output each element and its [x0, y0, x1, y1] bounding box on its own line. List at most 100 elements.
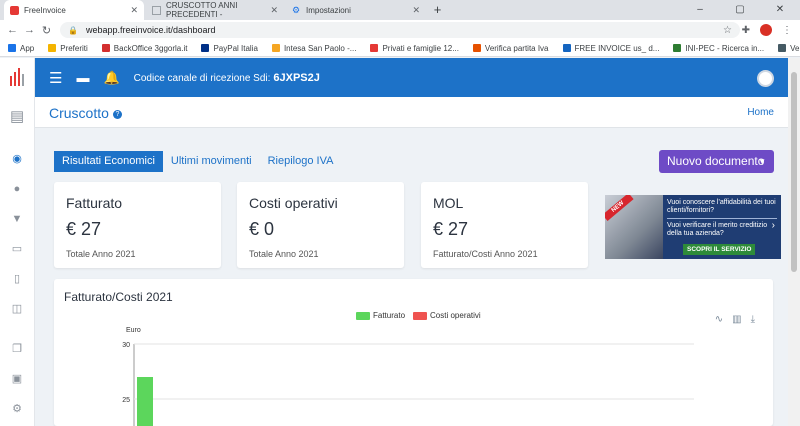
bookmark-item[interactable]: INI-PEC - Ricerca in... [673, 44, 764, 53]
scrollbar[interactable] [788, 58, 800, 426]
kpi-value: € 0 [249, 219, 275, 239]
download-icon[interactable]: ⤓ [751, 314, 755, 325]
promo-banner[interactable]: NEW Vuoi conoscere l'affidabilità dei tu… [605, 195, 781, 259]
settings-favicon-icon: ⚙ [292, 4, 301, 15]
sdi-code: 6JXPS2J [273, 71, 320, 84]
bookmark-item[interactable]: Verifica Scissione d... [778, 44, 800, 53]
profile-icon[interactable] [760, 24, 772, 36]
site-favicon-icon [101, 44, 110, 52]
paypal-icon [201, 44, 210, 52]
back-icon[interactable]: ← [4, 24, 21, 36]
hamburger-menu-icon[interactable]: ☰ [49, 69, 62, 87]
forward-icon[interactable]: → [21, 24, 38, 36]
banner-divider [667, 218, 777, 219]
browser-toolbar: ← → ↻ 🔒 webapp.freeinvoice.it/dashboard … [0, 20, 800, 40]
left-sidebar: ▤ ◉ ● ▼ ▭ ▯ ◫ ❐ ▣ ⚙ [0, 58, 35, 426]
user-icon[interactable]: ● [10, 182, 24, 196]
close-tab-icon[interactable]: ✕ [130, 5, 138, 16]
kpi-value: € 27 [433, 219, 469, 239]
app-logo-icon[interactable] [10, 66, 26, 86]
bookmark-item[interactable]: App [8, 44, 34, 53]
chart-toolbox: ∿ ▥ ⤓ [715, 314, 755, 325]
site-favicon-icon [562, 44, 571, 52]
legend-item-fatturato[interactable]: Fatturato [356, 311, 405, 320]
building-icon[interactable]: ▤ [10, 109, 24, 124]
bar-fatturato [137, 377, 153, 426]
bookmark-star-icon[interactable]: ☆ [723, 25, 732, 36]
app-header: ☰ ▬ 🔔 Codice canale di ricezione Sdi: 6JX… [35, 58, 788, 97]
bar-chart: 30 25 [122, 342, 694, 426]
kpi-value: € 27 [66, 219, 102, 239]
new-tab-button[interactable]: + [430, 3, 445, 18]
bookmark-item[interactable]: Privati e famiglie 12... [370, 44, 459, 53]
money-icon[interactable]: ▭ [10, 242, 24, 256]
scrollbar-thumb[interactable] [791, 72, 797, 272]
banner-text: Vuoi conoscere l'affidabilità dei tuoi c… [667, 199, 777, 237]
dashboard-tabs: Risultati Economici Ultimi movimenti Rie… [54, 151, 341, 172]
avatar[interactable] [757, 70, 774, 87]
banner-cta-button[interactable]: SCOPRI IL SERVIZIO [683, 244, 756, 255]
chat-icon[interactable]: ▬ [76, 70, 89, 85]
tab-risultati-economici[interactable]: Risultati Economici [54, 151, 163, 172]
receipt-icon[interactable]: ◫ [10, 302, 24, 316]
page-favicon-icon [152, 5, 161, 15]
kpi-card-fatturato: Fatturato € 27 Totale Anno 2021 [54, 182, 221, 268]
menu-icon[interactable]: ⋮ [782, 25, 792, 36]
breadcrumb-home[interactable]: Home [747, 107, 774, 118]
kpi-subtitle: Fatturato/Costi Anno 2021 [433, 249, 538, 259]
y-tick-label: 30 [122, 342, 130, 349]
browser-tab-cruscotto[interactable]: CRUSCOTTO ANNI PRECEDENTI - ✕ [146, 0, 284, 20]
page-header: Cruscotto? Home [35, 97, 788, 128]
lock-icon: 🔒 [68, 25, 78, 35]
legend-swatch [413, 311, 428, 320]
tab-ultimi-movimenti[interactable]: Ultimi movimenti [163, 151, 260, 172]
close-window-button[interactable]: ✕ [760, 0, 800, 20]
bookmark-item[interactable]: PayPal Italia [201, 44, 258, 53]
extensions-icon[interactable]: ✚ [742, 25, 750, 36]
document-icon[interactable]: ▯ [10, 272, 24, 286]
kpi-subtitle: Totale Anno 2021 [66, 249, 136, 259]
close-tab-icon[interactable]: ✕ [270, 5, 278, 16]
minimize-button[interactable]: – [680, 0, 720, 20]
basket-icon[interactable]: ▼ [10, 212, 24, 226]
kpi-card-costi-operativi: Costi operativi € 0 Totale Anno 2021 [237, 182, 404, 268]
legend-swatch [356, 311, 370, 320]
chart-title: Fatturato/Costi 2021 [64, 290, 173, 304]
chart-legend: Fatturato Costi operativi [356, 311, 481, 320]
copy-icon[interactable]: ❐ [10, 342, 24, 356]
bookmarks-bar: App Preferiti BackOffice 3ggorla.it PayP… [0, 40, 800, 57]
line-chart-icon[interactable]: ∿ [715, 314, 723, 325]
y-axis-unit: Euro [126, 327, 141, 334]
tab-title: FreeInvoice [24, 5, 66, 15]
reload-icon[interactable]: ↻ [38, 24, 55, 37]
bell-icon[interactable]: 🔔 [103, 70, 119, 86]
bookmark-item[interactable]: Preferiti [48, 44, 88, 53]
address-bar[interactable]: 🔒 webapp.freeinvoice.it/dashboard ☆ [60, 22, 740, 38]
freeinvoice-favicon-icon [10, 5, 19, 15]
archive-icon[interactable]: ▣ [10, 372, 24, 386]
close-tab-icon[interactable]: ✕ [412, 5, 420, 16]
bookmark-item[interactable]: BackOffice 3ggorla.it [101, 44, 187, 53]
page-title: Cruscotto? [49, 105, 122, 121]
maximize-button[interactable]: ▢ [720, 0, 760, 20]
sdi-code-label: Codice canale di ricezione Sdi: 6JXPS2J [133, 71, 320, 84]
bar-chart-icon[interactable]: ▥ [732, 314, 741, 325]
tab-riepilogo-iva[interactable]: Riepilogo IVA [260, 151, 342, 172]
bookmark-item[interactable]: Intesa San Paolo -... [271, 44, 356, 53]
legend-item-costi-operativi[interactable]: Costi operativi [413, 311, 481, 320]
kpi-subtitle: Totale Anno 2021 [249, 249, 319, 259]
folder-icon [48, 44, 57, 52]
browser-tab-impostazioni[interactable]: ⚙ Impostazioni ✕ [286, 0, 426, 20]
help-icon[interactable]: ? [112, 109, 122, 119]
browser-tab-freeinvoice[interactable]: FreeInvoice ✕ [4, 0, 144, 20]
bookmark-item[interactable]: FREE INVOICE us_ d... [562, 44, 659, 53]
new-document-button[interactable]: Nuovo documento ▼ [659, 150, 774, 173]
chart-card: Fatturato/Costi 2021 Fatturato Costi ope… [54, 279, 773, 426]
kpi-title: Costi operativi [249, 195, 338, 211]
bank-icon [271, 44, 280, 52]
settings-icon[interactable]: ⚙ [10, 402, 24, 416]
bookmark-item[interactable]: Verifica partita Iva [472, 44, 549, 53]
chevron-right-icon[interactable]: › [772, 220, 775, 231]
dashboard-icon[interactable]: ◉ [10, 152, 24, 166]
site-favicon-icon [472, 44, 481, 52]
